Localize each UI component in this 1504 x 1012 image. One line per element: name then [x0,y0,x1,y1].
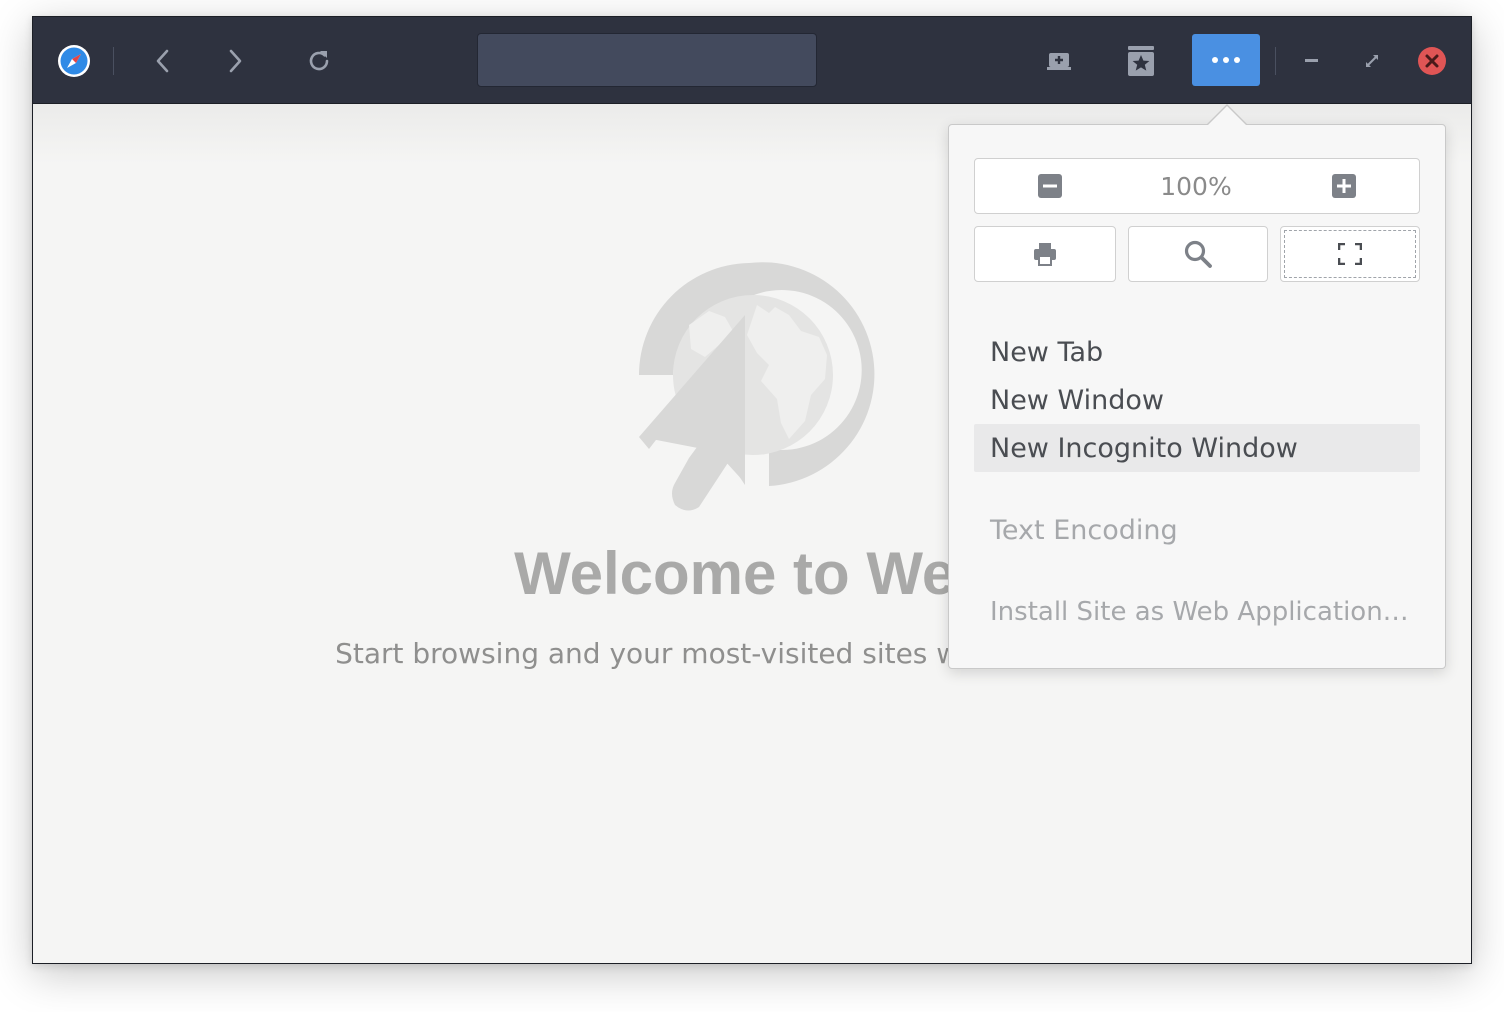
more-dots-icon [1212,57,1218,63]
close-button[interactable] [1413,43,1451,79]
menu-item-new-window[interactable]: New Window [974,376,1420,424]
minimize-icon [1305,59,1318,62]
print-button[interactable] [974,226,1116,282]
compass-icon [57,44,91,78]
maximize-icon [1366,55,1378,67]
more-dots-icon-dot [1234,57,1240,63]
find-button[interactable] [1128,226,1268,282]
minimize-button[interactable] [1295,39,1329,83]
close-icon [1418,47,1446,75]
fullscreen-button[interactable] [1280,226,1420,282]
zoom-in-button[interactable] [1270,160,1418,212]
maximize-button[interactable] [1355,39,1389,83]
print-icon [1034,243,1056,266]
zoom-in-icon [1332,174,1356,198]
bookmark-star-icon [1128,46,1154,76]
new-tab-icon [1047,53,1071,70]
url-entry[interactable] [477,33,817,87]
chevron-right-icon [229,49,242,73]
headerbar [33,17,1471,104]
zoom-out-icon [1038,174,1062,198]
reload-button[interactable] [297,39,341,83]
back-button[interactable] [141,39,185,83]
web-logo-icon [639,262,875,511]
menu-item-new-tab[interactable]: New Tab [974,328,1420,376]
popover-arrow-fill [1207,106,1247,126]
menu-item-text-encoding[interactable]: Text Encoding [974,506,1420,554]
headerbar-separator [1275,47,1276,75]
more-dots-icon-dot [1223,57,1229,63]
headerbar-separator [113,47,114,75]
menu-item-install-web-app[interactable]: Install Site as Web Application… [974,588,1420,636]
menu-item-new-incognito-window[interactable]: New Incognito Window [974,424,1420,472]
chevron-left-icon [156,49,169,73]
fullscreen-icon [1338,243,1362,265]
forward-button[interactable] [213,39,257,83]
search-icon [1184,240,1212,268]
main-menu-button[interactable] [1192,34,1260,86]
zoom-level[interactable]: 100% [1096,158,1296,214]
reload-icon [309,51,329,71]
new-tab-button[interactable] [1037,39,1081,83]
bookmarks-button[interactable] [1119,39,1163,83]
